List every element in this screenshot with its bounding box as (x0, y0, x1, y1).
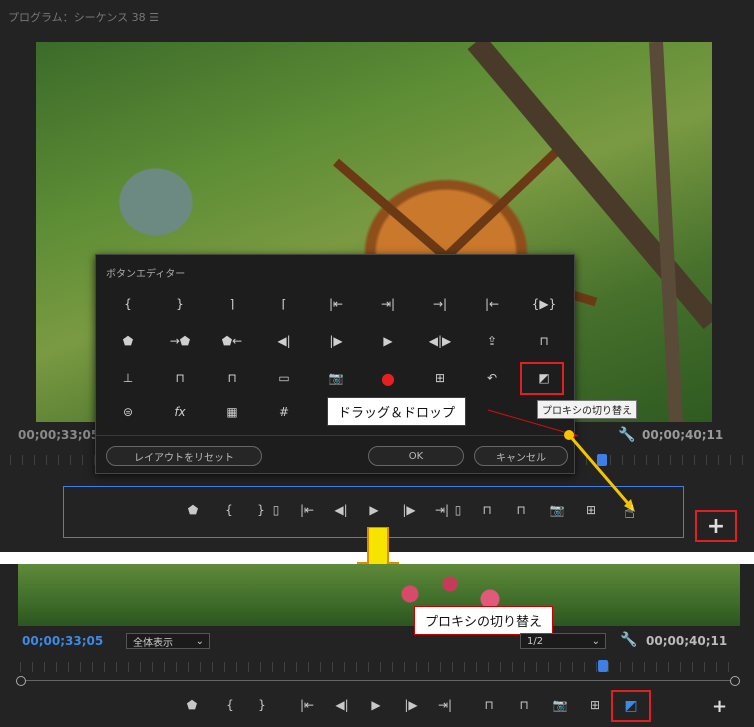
proxy-button-highlight (611, 690, 651, 722)
scrollbar-end-handle[interactable] (730, 676, 740, 686)
comparison-view-icon[interactable]: ⊞ (584, 694, 606, 716)
proxy-toggle-callout: プロキシの切り替え (414, 606, 554, 635)
mark-in-icon[interactable]: { (219, 694, 241, 716)
step-forward-icon[interactable]: |▶ (400, 694, 422, 716)
camera-icon[interactable]: 📷 (549, 694, 571, 716)
play-icon[interactable]: ▶ (365, 694, 387, 716)
resolution-select[interactable]: 1/2 ⌄ (520, 633, 606, 649)
fit-zoom-value: 全体表示 (133, 637, 173, 649)
chevron-down-icon: ⌄ (591, 635, 600, 647)
mark-out-icon[interactable]: } (251, 694, 273, 716)
resolution-value: 1/2 (527, 635, 544, 647)
go-to-out-icon[interactable]: ⇥| (434, 694, 456, 716)
duration-timecode: 00;00;40;11 (646, 634, 728, 648)
video-frame-after (18, 564, 740, 626)
scrollbar-start-handle[interactable] (16, 676, 26, 686)
playhead[interactable] (598, 660, 608, 672)
hand-cursor-icon: ☝ (624, 502, 635, 523)
zoom-scrollbar[interactable] (20, 680, 736, 681)
wrench-icon[interactable]: 🔧 (620, 632, 637, 648)
chevron-down-icon: ⌄ (195, 635, 204, 647)
time-ruler[interactable] (20, 662, 736, 672)
add-button[interactable]: + (712, 696, 727, 717)
fit-zoom-select[interactable]: 全体表示 ⌄ (126, 633, 210, 649)
add-marker-icon[interactable]: ⬟ (181, 694, 203, 716)
current-timecode[interactable]: 00;00;33;05 (22, 634, 103, 648)
insert-icon[interactable]: ⊓ (478, 694, 500, 716)
overwrite-icon[interactable]: ⊓ (513, 694, 535, 716)
go-to-in-icon[interactable]: |⇤ (296, 694, 318, 716)
step-back-icon[interactable]: ◀| (331, 694, 353, 716)
